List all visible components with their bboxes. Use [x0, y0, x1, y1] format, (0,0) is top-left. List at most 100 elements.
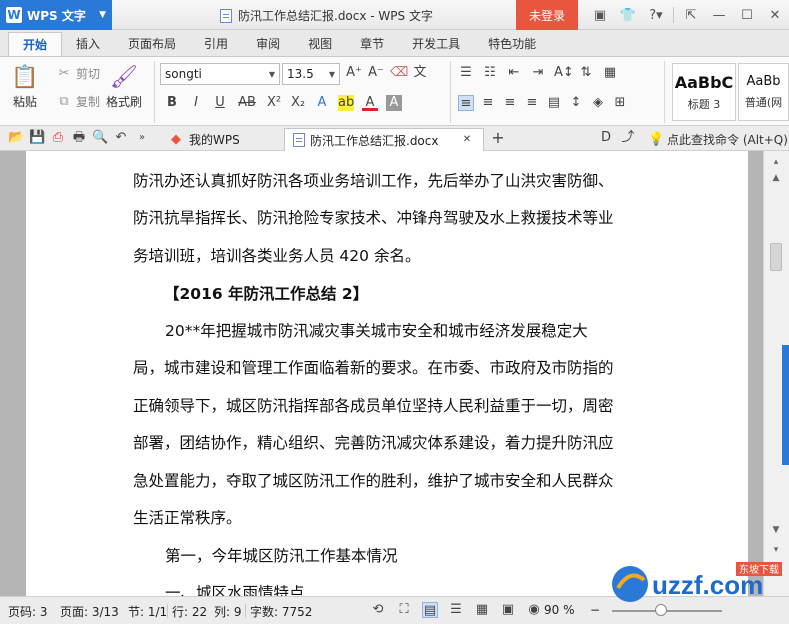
zoom-out-icon[interactable]: −	[590, 603, 600, 617]
style-normal[interactable]: AaBb 普通(网	[738, 63, 789, 121]
outline-view-icon[interactable]: ☰	[448, 602, 464, 618]
divider	[450, 61, 451, 123]
save-icon[interactable]: 💾	[29, 130, 45, 146]
new-tab-icon[interactable]: +	[490, 130, 506, 146]
watermark-icon: uzzf.com 东坡下载	[612, 562, 782, 602]
tab-page-layout[interactable]: 页面布局	[114, 32, 190, 56]
document-page[interactable]: 防汛办还认真抓好防汛各项业务培训工作，先后举办了山洪灾害防御、 防汛抗旱指挥长、…	[26, 151, 748, 596]
wps-app-menu[interactable]: W WPS 文字 ▼	[0, 0, 112, 30]
align-center-icon[interactable]: ≡	[480, 95, 496, 111]
scroll-down-icon[interactable]: ▼	[769, 523, 783, 537]
fullscreen-icon[interactable]: ⇱	[677, 0, 705, 30]
divider	[664, 61, 665, 123]
fullscreen-view-icon[interactable]: ⛶	[396, 602, 412, 618]
superscript-icon[interactable]: X²	[266, 95, 282, 111]
cut-button[interactable]: ✂ 剪切	[56, 65, 100, 82]
char-shading-icon[interactable]: A	[386, 95, 402, 111]
shrink-font-icon[interactable]: A⁻	[368, 65, 384, 81]
document-area[interactable]: 防汛办还认真抓好防汛各项业务培训工作，先后举办了山洪灾害防御、 防汛抗旱指挥长、…	[0, 151, 763, 596]
shirt-icon[interactable]: 👕	[614, 0, 642, 30]
format-painter-button[interactable]: 🖌 格式刷	[106, 63, 142, 110]
eye-protect-icon[interactable]: ◉	[526, 602, 542, 618]
tab-review[interactable]: 审阅	[242, 32, 294, 56]
align-right-icon[interactable]: ≡	[502, 95, 518, 111]
font-name-select[interactable]: songti ▼	[160, 63, 280, 85]
font-size-adjust: A⁺ A⁻ ⌫ 文	[346, 65, 428, 81]
open-folder-icon[interactable]: 📂	[8, 130, 24, 146]
tab-insert[interactable]: 插入	[62, 32, 114, 56]
share-icon[interactable]: ⤴	[620, 130, 636, 146]
minimize-button[interactable]: —	[705, 0, 733, 30]
decrease-indent-icon[interactable]: ⇤	[506, 65, 522, 81]
scroll-thumb[interactable]	[770, 243, 782, 271]
font-size-select[interactable]: 13.5 ▼	[282, 63, 340, 85]
tab-home[interactable]: 开始	[8, 32, 63, 56]
docer-icon[interactable]: D	[598, 130, 614, 146]
pdf-icon[interactable]: ⎙	[50, 130, 66, 146]
paragraph-line: 生活正常秩序。	[133, 509, 242, 527]
tab-view[interactable]: 视图	[294, 32, 346, 56]
side-panel-edge[interactable]	[782, 345, 789, 465]
distribute-icon[interactable]: ▤	[546, 95, 562, 111]
numbered-list-icon[interactable]: ☷	[482, 65, 498, 81]
table-icon[interactable]: ▦	[602, 65, 618, 81]
shading-icon[interactable]: ◈	[590, 95, 606, 111]
subscript-icon[interactable]: X₂	[290, 95, 306, 111]
document-icon	[293, 133, 305, 147]
copy-button[interactable]: ⧉ 复制	[56, 93, 100, 110]
tab-special-features[interactable]: 特色功能	[474, 32, 550, 56]
font-name-value: songti	[165, 67, 202, 81]
bold-icon[interactable]: B	[164, 95, 180, 111]
scroll-up-icon[interactable]: ▲	[769, 171, 783, 185]
page-view-icon[interactable]: ▤	[422, 602, 438, 618]
next-page-icon[interactable]: ▾	[769, 543, 783, 557]
grow-font-icon[interactable]: A⁺	[346, 65, 362, 81]
zoom-slider-track[interactable]	[612, 610, 722, 612]
undo-icon[interactable]: ↶	[113, 130, 129, 146]
style-label: 标题 3	[687, 97, 721, 111]
command-search[interactable]: 💡 点此查找命令 (Alt+Q)	[648, 131, 788, 148]
borders-icon[interactable]: ⊞	[612, 95, 628, 111]
close-button[interactable]: ✕	[761, 0, 789, 30]
sort-icon[interactable]: ⇅	[578, 65, 594, 81]
text-direction-icon[interactable]: A↕	[554, 65, 574, 81]
window-controls: ▣ 👕 ?▾ ⇱ — ☐ ✕	[586, 0, 789, 30]
strikethrough-icon[interactable]: AB	[236, 95, 258, 111]
highlight-icon[interactable]: ab	[338, 95, 354, 111]
pinyin-icon[interactable]: 文	[412, 65, 428, 81]
tab-developer[interactable]: 开发工具	[398, 32, 474, 56]
zoom-level[interactable]: 90 %	[544, 603, 575, 617]
underline-icon[interactable]: U	[212, 95, 228, 111]
clear-format-icon[interactable]: ⌫	[390, 65, 408, 81]
login-button[interactable]: 未登录	[516, 0, 578, 30]
status-page[interactable]: 页面: 3/13	[60, 603, 119, 620]
status-page-code[interactable]: 页码: 3	[8, 603, 48, 620]
history-icon[interactable]: ⟲	[370, 602, 386, 618]
tab-current-document[interactable]: 防汛工作总结汇报.docx ✕	[284, 128, 484, 151]
font-color-icon[interactable]: A	[362, 95, 378, 111]
style-heading-3[interactable]: AaBbC 标题 3	[672, 63, 736, 121]
skin-icon[interactable]: ▣	[586, 0, 614, 30]
maximize-button[interactable]: ☐	[733, 0, 761, 30]
align-left-icon[interactable]: ≡	[458, 95, 474, 111]
web-view-icon[interactable]: ▦	[474, 602, 490, 618]
bullet-list-icon[interactable]: ☰	[458, 65, 474, 81]
tab-my-wps[interactable]: ◆ 我的WPS	[160, 128, 248, 151]
text-effect-icon[interactable]: A	[314, 95, 330, 111]
line-spacing-icon[interactable]: ↕	[568, 95, 584, 111]
status-word-count[interactable]: 字数: 7752	[250, 603, 312, 620]
increase-indent-icon[interactable]: ⇥	[530, 65, 546, 81]
paragraph-row-2: ≡ ≡ ≡ ≡ ▤ ↕ ◈ ⊞	[458, 95, 628, 111]
reading-view-icon[interactable]: ▣	[500, 602, 516, 618]
close-tab-icon[interactable]: ✕	[459, 132, 475, 148]
tab-references[interactable]: 引用	[190, 32, 242, 56]
print-icon[interactable]: 🖶	[71, 130, 87, 146]
justify-icon[interactable]: ≡	[524, 95, 540, 111]
help-icon[interactable]: ?▾	[642, 0, 670, 30]
print-preview-icon[interactable]: 🔍	[92, 130, 108, 146]
paste-button[interactable]: 📋 粘贴	[10, 63, 40, 110]
prev-page-icon[interactable]: ▴	[769, 155, 783, 169]
more-icon[interactable]: »	[134, 130, 150, 146]
italic-icon[interactable]: I	[188, 95, 204, 111]
tab-section[interactable]: 章节	[346, 32, 398, 56]
